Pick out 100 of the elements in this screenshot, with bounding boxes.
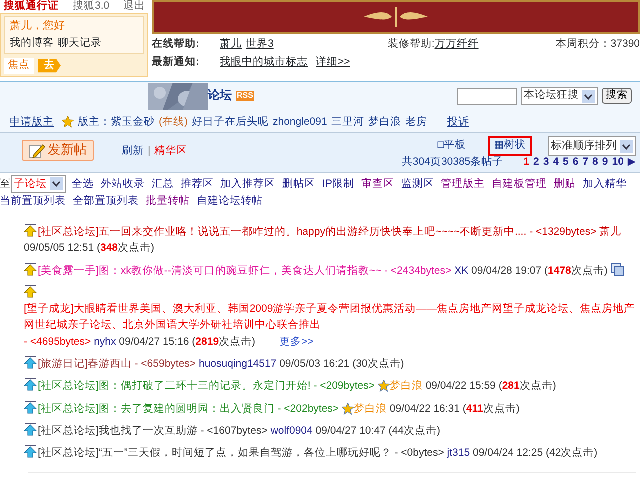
sort-select[interactable]: 标准顺序排列	[548, 136, 636, 156]
page-link[interactable]: 5	[563, 156, 569, 170]
apply-moderator-link[interactable]: 申请版主	[10, 116, 54, 130]
moderator-link[interactable]: 老房	[405, 116, 428, 130]
click-count: (42次点击)	[546, 447, 598, 460]
help-link[interactable]: 萧儿	[220, 38, 242, 52]
detail-link[interactable]: 详细>>	[316, 56, 350, 70]
next-page-link[interactable]: ▶	[628, 156, 636, 170]
post-title-link[interactable]: [社区总论坛]五一回来交作业咯！说说五一都咋过的。happy的出游经历快快奉上吧~~~~不断更新中....	[38, 224, 527, 240]
byte-size-text: - <2434bytes>	[384, 264, 452, 277]
post-count-text: 共304页30385条帖子	[402, 156, 504, 170]
search-button[interactable]: 搜索	[602, 88, 632, 104]
page-link[interactable]: 2	[533, 156, 540, 170]
dropdown-icon	[620, 140, 633, 153]
admin-link[interactable]: 删贴	[554, 178, 576, 190]
up-arrow-icon	[24, 356, 37, 369]
admin-link[interactable]: 全部置顶列表	[72, 194, 139, 207]
admin-link[interactable]: 审查区	[361, 178, 394, 190]
post-title-link[interactable]: [社区总论坛]图：去了复建的圆明园：出入贤良门	[38, 400, 275, 417]
post-title-link[interactable]: [旅游日记]春游西山	[38, 356, 132, 372]
byte-size-text: - <202bytes>	[278, 402, 340, 415]
admin-link[interactable]: 自建板管理	[492, 178, 548, 190]
user-link[interactable]: 聊天记录	[58, 37, 102, 51]
page-link[interactable]: 9	[602, 156, 608, 170]
search-scope-select[interactable]: 本论坛狂搜	[521, 87, 598, 106]
moderator-link[interactable]: zhongle091	[273, 116, 328, 130]
separator-text: |	[148, 145, 151, 159]
author-link[interactable]: wolf0904	[270, 424, 313, 437]
post-title-link[interactable]: [望子成龙]大眼睛看世界美国、澳大利亚、韩国2009游学亲子夏令营团报优惠活动——焦点房地产网望子成龙论坛、焦点房地产网世纪城亲子论坛、北京外国语大学外研社培训中心联合推出	[24, 301, 640, 334]
digest-link[interactable]: 精华区	[154, 145, 188, 159]
move-target-select[interactable]: 子论坛	[11, 174, 66, 193]
moderator-link[interactable]: 好日子在后头呢	[192, 116, 269, 130]
post-title-link[interactable]: [社区总论坛]图：偶打破了二环十三的记录。永定门开始!	[38, 378, 311, 395]
post-date: 09/05/03 16:21	[280, 358, 350, 370]
up-arrow-icon	[24, 224, 37, 238]
admin-link[interactable]: IP限制	[322, 178, 354, 190]
passport-link[interactable]: 搜狐通行证	[4, 0, 59, 14]
admin-link[interactable]: 当前置顶列表	[0, 194, 66, 207]
post-date: 09/04/24 12:25	[473, 447, 544, 460]
decor-label: 装修帮助:	[388, 38, 435, 52]
admin-link[interactable]: 删帖区	[282, 178, 316, 190]
admin-link[interactable]: 监测区	[401, 178, 434, 190]
page-link[interactable]: 7	[582, 156, 589, 170]
moderator-link[interactable]: 三里河	[331, 116, 364, 130]
page-link[interactable]: 6	[572, 156, 579, 170]
top-link[interactable]: 搜狐3.0	[73, 0, 110, 14]
new-post-button[interactable]: 发新帖	[22, 140, 94, 162]
author-link[interactable]: jt315	[447, 447, 470, 460]
notice-label: 最新通知:	[152, 56, 200, 70]
byte-size-text: - <209bytes>	[314, 380, 375, 392]
forum-title: 论坛	[208, 88, 232, 104]
author-link[interactable]: nyhx	[94, 336, 116, 348]
admin-link[interactable]: 批量转帖	[146, 194, 190, 207]
admin-link[interactable]: 外站收录	[100, 178, 145, 190]
page-link[interactable]: 8	[592, 156, 598, 170]
search-field[interactable]	[457, 88, 517, 105]
admin-link[interactable]: 自建论坛转帖	[196, 194, 263, 207]
refresh-link[interactable]: 刷新	[122, 145, 144, 159]
click-count: (2819次点击)	[192, 336, 256, 348]
admin-link[interactable]: 管理版主	[441, 178, 486, 190]
up-arrow-icon	[24, 284, 37, 298]
post-date: 09/04/22 16:31	[390, 402, 460, 415]
page-link[interactable]: 4	[553, 156, 560, 170]
author-link[interactable]: XK	[454, 264, 469, 277]
page-link[interactable]: 3	[543, 156, 550, 170]
moderator-link[interactable]: 梦白浪	[368, 116, 402, 130]
view-mode-link[interactable]: ▦树状	[488, 136, 532, 156]
view-mode-link[interactable]: □平板	[432, 136, 472, 156]
author-link[interactable]: huosuqing14517	[198, 358, 277, 370]
post-title-link[interactable]: [美食露一手]图：xk教你做--清淡可口的豌豆虾仁，美食达人们请指教~~	[38, 262, 382, 279]
admin-link[interactable]: 加入推荐区	[220, 178, 276, 190]
post-date: 09/04/27 10:47	[316, 424, 386, 437]
post-title-link[interactable]: [社区总论坛]“五一”三天假，时间短了点，如果自驾游，各位上哪玩好呢？	[38, 445, 392, 462]
admin-link[interactable]: 全选	[72, 178, 94, 190]
user-link[interactable]: 我的博客	[10, 37, 54, 51]
byte-size-text: - <1607bytes>	[200, 424, 268, 437]
star-icon	[62, 116, 74, 128]
page-link[interactable]: 1	[524, 156, 530, 170]
post-title-link[interactable]: [社区总论坛]我也找了一次互助游	[38, 422, 198, 440]
up-arrow-icon	[24, 400, 37, 414]
notice-link[interactable]: 我眼中的城市标志	[220, 56, 308, 70]
decor-link[interactable]: 万万纤纤	[434, 38, 479, 52]
help-link[interactable]: 世界3	[246, 38, 274, 52]
byte-size-text: - <4695bytes>	[24, 336, 92, 348]
admin-link[interactable]: 汇总	[152, 178, 174, 190]
admin-link[interactable]: 推荐区	[180, 178, 214, 190]
post-date: 09/05/05 12:51	[24, 242, 94, 254]
up-arrow-icon	[24, 422, 37, 436]
byte-size-text: - <659bytes>	[134, 358, 196, 370]
admin-link[interactable]: 加入精华	[582, 178, 627, 190]
up-arrow-icon	[24, 378, 37, 392]
author-link[interactable]: 萧儿	[600, 226, 622, 238]
more-link[interactable]: 更多>>	[280, 336, 314, 348]
top-link[interactable]: 退出	[124, 0, 146, 14]
page-link[interactable]: 10	[612, 156, 624, 170]
click-count: (281次点击)	[498, 380, 556, 392]
online-status: (在线)	[159, 116, 188, 130]
complain-link[interactable]: 投诉	[447, 116, 470, 130]
byte-size-text: - <0bytes>	[394, 447, 444, 460]
click-count: (30次点击)	[352, 358, 404, 370]
